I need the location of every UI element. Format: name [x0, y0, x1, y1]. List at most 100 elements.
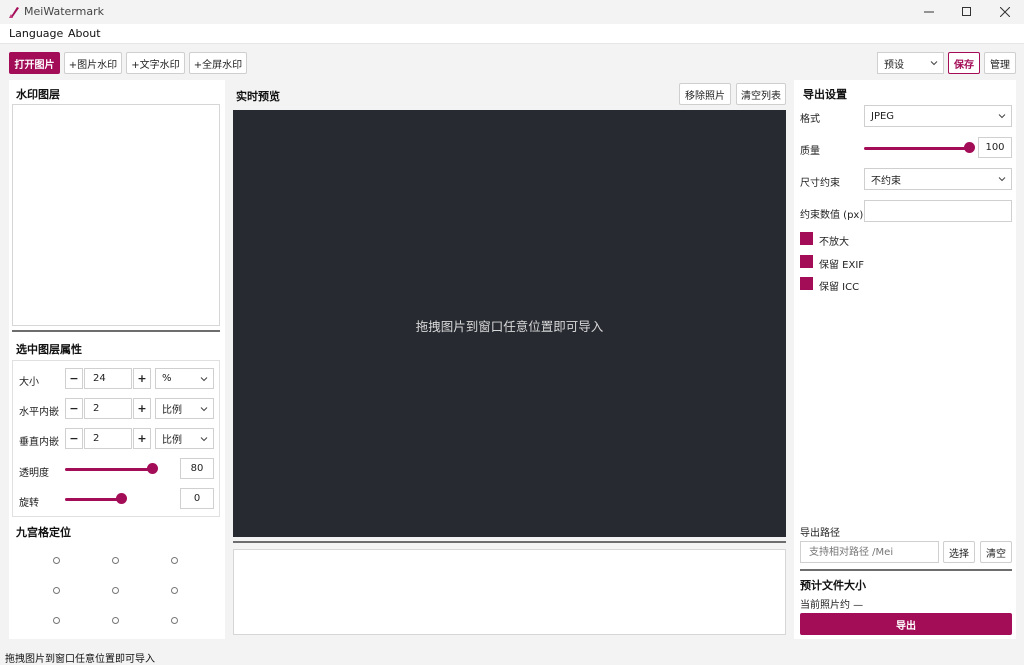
hinset-unit-value: 比例: [162, 405, 182, 416]
remove-photo-button[interactable]: 移除照片: [679, 83, 731, 105]
chevron-down-icon: [200, 437, 208, 442]
opacity-slider-handle[interactable]: [147, 463, 158, 474]
drop-hint-text: 拖拽图片到窗口任意位置即可导入: [415, 319, 604, 334]
size-unit-select[interactable]: %: [155, 368, 214, 389]
hinset-unit-select[interactable]: 比例: [155, 398, 214, 419]
export-path-input[interactable]: [800, 541, 939, 563]
chevron-down-icon: [200, 377, 208, 382]
keep-icc-label: 保留 ICC: [819, 282, 860, 293]
add-text-watermark-button[interactable]: +文字水印: [126, 52, 185, 74]
grid-position-bottom-left[interactable]: [53, 617, 60, 624]
maximize-icon: [962, 7, 971, 16]
size-decrement-button[interactable]: −: [65, 368, 83, 389]
quality-slider-handle[interactable]: [964, 142, 975, 153]
save-button[interactable]: 保存: [948, 52, 980, 74]
grid-position-top-center[interactable]: [112, 557, 119, 564]
no-upscale-checkbox[interactable]: [800, 232, 813, 245]
hinset-label: 水平内嵌: [19, 407, 59, 418]
add-fullscreen-watermark-button[interactable]: +全屏水印: [189, 52, 247, 74]
close-button[interactable]: [988, 0, 1022, 24]
add-image-watermark-button[interactable]: +图片水印: [64, 52, 122, 74]
rotation-slider-track: [65, 498, 121, 501]
vinset-unit-select[interactable]: 比例: [155, 428, 214, 449]
preview-splitter[interactable]: [233, 541, 786, 543]
rotation-slider[interactable]: [65, 493, 157, 505]
vinset-decrement-button[interactable]: −: [65, 428, 83, 449]
preset-select[interactable]: 预设: [877, 52, 944, 74]
opacity-input[interactable]: 80: [180, 458, 214, 479]
grid-position-bottom-center[interactable]: [112, 617, 119, 624]
constraint-value-input[interactable]: [864, 200, 1012, 222]
clear-path-button[interactable]: 清空: [980, 541, 1012, 563]
export-button[interactable]: 导出: [800, 613, 1012, 635]
keep-exif-checkbox[interactable]: [800, 255, 813, 268]
opacity-label: 透明度: [19, 468, 49, 479]
vinset-label: 垂直内嵌: [19, 437, 59, 448]
grid-position-top-left[interactable]: [53, 557, 60, 564]
quality-input[interactable]: 100: [978, 137, 1012, 158]
hinset-input[interactable]: 2: [84, 398, 132, 419]
app-logo-icon: [9, 7, 19, 18]
props-title: 选中图层属性: [16, 343, 82, 356]
size-constraint-value: 不约束: [871, 175, 901, 187]
rotation-slider-handle[interactable]: [116, 493, 127, 504]
vinset-input[interactable]: 2: [84, 428, 132, 449]
close-icon: [1000, 7, 1010, 17]
toolbar: 打开图片 +图片水印 +文字水印 +全屏水印 预设 保存 管理: [0, 45, 1024, 79]
format-label: 格式: [800, 114, 820, 125]
maximize-button[interactable]: [950, 0, 984, 24]
preview-canvas[interactable]: 拖拽图片到窗口任意位置即可导入: [233, 110, 786, 537]
rotation-input[interactable]: 0: [180, 488, 214, 509]
app-window: MeiWatermark Language About 打开图片 +图片水印 +…: [0, 0, 1024, 665]
grid-position-bottom-right[interactable]: [171, 617, 178, 624]
size-constraint-select[interactable]: 不约束: [864, 168, 1012, 190]
keep-exif-label: 保留 EXIF: [819, 260, 865, 271]
grid-title: 九宫格定位: [16, 526, 71, 539]
clear-list-button[interactable]: 清空列表: [736, 83, 786, 105]
layers-list[interactable]: [12, 104, 220, 326]
export-panel: 导出设置 格式 JPEG 质量 100 尺寸约束 不约束 约束数值 (px) 不…: [794, 80, 1016, 639]
photo-list[interactable]: [233, 549, 786, 635]
chevron-down-icon: [998, 177, 1006, 182]
title-bar: MeiWatermark: [0, 0, 1024, 24]
opacity-slider-track: [65, 468, 153, 471]
size-unit-value: %: [162, 373, 172, 384]
vinset-unit-value: 比例: [162, 435, 182, 446]
constraint-value-label: 约束数值 (px): [800, 210, 864, 221]
opacity-slider[interactable]: [65, 463, 158, 475]
no-upscale-label: 不放大: [819, 237, 849, 248]
chevron-down-icon: [200, 407, 208, 412]
quality-slider-track: [864, 147, 970, 150]
minimize-icon: [924, 11, 934, 13]
keep-icc-checkbox[interactable]: [800, 277, 813, 290]
current-photo-size: 当前照片约 —: [800, 600, 864, 611]
grid-position-top-right[interactable]: [171, 557, 178, 564]
status-bar-text: 拖拽图片到窗口任意位置即可导入: [5, 654, 155, 665]
hinset-increment-button[interactable]: +: [133, 398, 151, 419]
grid-position-center[interactable]: [112, 587, 119, 594]
size-constraint-label: 尺寸约束: [800, 178, 840, 189]
open-image-button[interactable]: 打开图片: [9, 52, 60, 74]
grid-position-middle-right[interactable]: [171, 587, 178, 594]
size-input[interactable]: 24: [84, 368, 132, 389]
choose-path-button[interactable]: 选择: [943, 541, 975, 563]
quality-slider[interactable]: [864, 142, 975, 154]
size-increment-button[interactable]: +: [133, 368, 151, 389]
minimize-button[interactable]: [912, 0, 946, 24]
menu-about[interactable]: About: [68, 27, 101, 40]
window-title: MeiWatermark: [24, 5, 104, 18]
grid-position-middle-left[interactable]: [53, 587, 60, 594]
chevron-down-icon: [930, 61, 938, 66]
quality-label: 质量: [800, 146, 820, 157]
vinset-increment-button[interactable]: +: [133, 428, 151, 449]
menu-language[interactable]: Language: [9, 27, 63, 40]
preset-select-value: 预设: [884, 59, 904, 71]
splitter[interactable]: [12, 330, 220, 332]
format-select[interactable]: JPEG: [864, 105, 1012, 127]
rotation-label: 旋转: [19, 498, 39, 509]
left-panel: 水印图层 选中图层属性 大小 − 24 + % 水平内嵌 − 2 + 比例 垂直…: [9, 80, 225, 639]
preview-title: 实时预览: [236, 90, 280, 103]
hinset-decrement-button[interactable]: −: [65, 398, 83, 419]
manage-button[interactable]: 管理: [984, 52, 1016, 74]
format-value: JPEG: [871, 110, 895, 122]
